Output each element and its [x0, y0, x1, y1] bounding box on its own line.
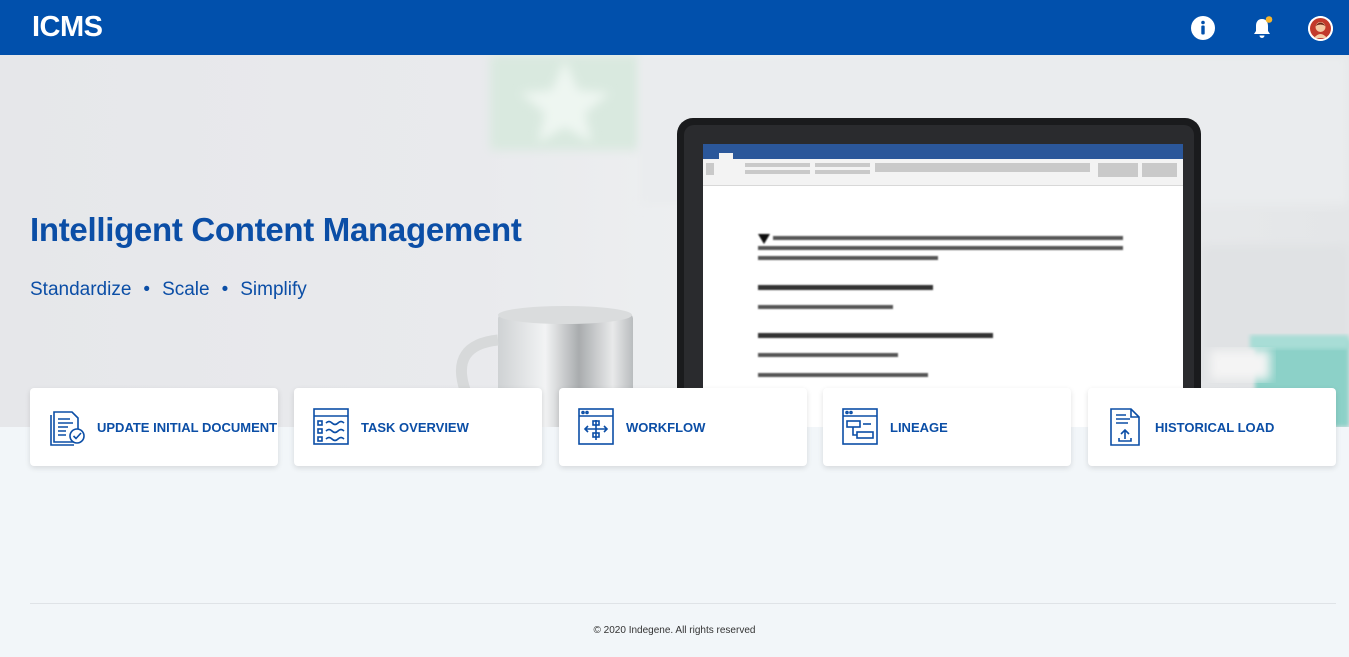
update-initial-document-card[interactable]: UPDATE INITIAL DOCUMENT [30, 388, 278, 466]
card-label: LINEAGE [890, 420, 948, 435]
card-label: HISTORICAL LOAD [1155, 420, 1275, 435]
hero-banner: Intelligent Content Management Standardi… [0, 55, 1349, 427]
document-check-icon [48, 406, 88, 448]
workflow-card[interactable]: WORKFLOW [559, 388, 807, 466]
tagline-separator: • [221, 279, 229, 300]
tagline-standardize: Standardize [30, 279, 132, 300]
task-list-icon [312, 406, 352, 448]
action-cards: UPDATE INITIAL DOCUMENT TASK OVERVIEW WO… [30, 388, 1336, 466]
tagline-scale: Scale [162, 279, 210, 300]
card-label: UPDATE INITIAL DOCUMENT [97, 420, 278, 435]
notification-bell-icon[interactable] [1249, 15, 1275, 41]
lineage-card[interactable]: LINEAGE [823, 388, 1071, 466]
upload-document-icon [1106, 406, 1146, 448]
footer-copyright: © 2020 Indegene. All rights reserved [593, 625, 756, 636]
hero-title: Intelligent Content Management [30, 211, 522, 248]
workflow-icon [577, 406, 617, 448]
info-icon[interactable] [1190, 15, 1216, 41]
tagline-separator: • [143, 279, 151, 300]
historical-load-card[interactable]: HISTORICAL LOAD [1088, 388, 1336, 466]
app-logo[interactable]: ICMS [32, 11, 103, 44]
card-label: TASK OVERVIEW [361, 420, 469, 435]
card-label: WORKFLOW [626, 420, 706, 435]
hero-tagline: Standardize • Scale • Simplify [30, 279, 307, 301]
tagline-simplify: Simplify [240, 279, 307, 300]
lineage-icon [841, 406, 881, 448]
footer-divider [30, 603, 1336, 604]
top-bar: ICMS [0, 0, 1349, 55]
user-avatar[interactable] [1308, 16, 1333, 41]
task-overview-card[interactable]: TASK OVERVIEW [294, 388, 542, 466]
